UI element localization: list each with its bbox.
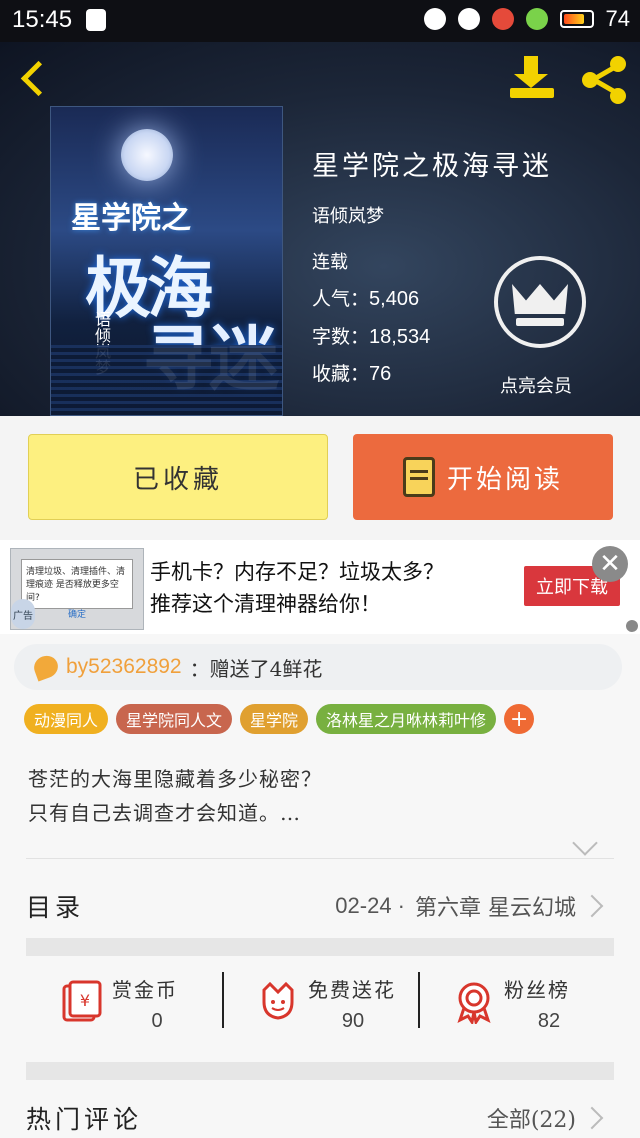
gift-fan-ranking[interactable]: 粉丝榜 82 (418, 960, 614, 1046)
book-title: 星学院之极海寻迷 (312, 151, 552, 182)
red-envelope-icon: ¥ (62, 980, 102, 1022)
crown-icon[interactable] (494, 256, 586, 348)
favorites-value: 76 (369, 363, 392, 385)
favorites-stat: 收藏：76 (312, 363, 392, 385)
ad-banner[interactable]: 清理垃圾、清理插件、清理痕迹 是否释放更多空间? 确定 广告 手机卡？内存不足？… (0, 540, 640, 634)
section-gap (26, 938, 614, 956)
share-icon[interactable] (580, 56, 630, 106)
book-status: 连载 (312, 252, 348, 273)
battery-level: 74 (605, 6, 630, 31)
book-cover[interactable]: 星学院之 极海 语倾岚梦 寻迷 (50, 106, 283, 416)
ad-info-icon[interactable] (626, 620, 638, 632)
gift-row: ¥ 赏金币 0 免费送花 90 粉丝榜 82 (26, 960, 614, 1046)
catalog-row[interactable]: 目录 02-24 · 第六章 星云幻城 (26, 870, 614, 942)
medal-icon (457, 982, 491, 1024)
status-bar: 15:45 74 (0, 0, 640, 42)
hot-comments-row[interactable]: 热门评论 全部(22) (26, 1098, 614, 1138)
signal-icon (491, 8, 514, 30)
book-details: by52362892 ：赠送了4鲜花 动漫同人 星学院同人文 星学院 洛林星之月咻林莉… (0, 634, 640, 1138)
flower-user[interactable]: by52362892 (66, 655, 182, 679)
ad-text: 手机卡？内存不足？垃圾太多？ 推荐这个清理神器给你！ (150, 560, 444, 616)
all-comments-link[interactable]: 全部(22) (487, 1102, 576, 1134)
cover-title-1: 星学院之 (71, 201, 191, 236)
chevron-down-icon[interactable] (572, 830, 598, 856)
tag-chip[interactable]: 洛林星之月咻林莉叶修 (316, 704, 497, 734)
qq-notification-icon (86, 9, 106, 31)
add-tag-icon[interactable]: + (504, 704, 535, 734)
word-count-value: 18,534 (369, 326, 431, 348)
flower-notice: by52362892 ：赠送了4鲜花 (14, 644, 622, 690)
ad-image: 清理垃圾、清理插件、清理痕迹 是否释放更多空间? 确定 广告 (10, 548, 144, 630)
flower-notice-icon (30, 652, 62, 682)
book-author[interactable]: 语倾岚梦 (312, 202, 384, 228)
book-header: 星学院之 极海 语倾岚梦 寻迷 星学院之极海寻迷 语倾岚梦 连载 人气：5,40… (0, 42, 640, 416)
gift-flowers[interactable]: 免费送花 90 (222, 960, 418, 1046)
flower-message: ：赠送了4鲜花 (189, 656, 323, 681)
popularity-value: 5,406 (369, 288, 420, 310)
status-icons: 74 (423, 6, 630, 32)
alarm-icon (457, 8, 480, 30)
hot-comments-label: 热门评论 (26, 1105, 143, 1134)
book-icon (402, 457, 435, 497)
leaf-icon (525, 8, 548, 30)
tag-chip[interactable]: 动漫同人 (24, 704, 109, 734)
action-bar: 已收藏 开始阅读 (0, 416, 640, 540)
tag-chip[interactable]: 星学院 (240, 704, 309, 734)
divider (26, 858, 614, 859)
ad-image-dialog: 清理垃圾、清理插件、清理痕迹 是否释放更多空间? 确定 (21, 559, 133, 620)
sea-image (51, 345, 282, 415)
vip-label[interactable]: 点亮会员 (500, 372, 572, 398)
section-gap (26, 1062, 614, 1080)
tag-list: 动漫同人 星学院同人文 星学院 洛林星之月咻林莉叶修 + (24, 704, 535, 734)
latest-update-date: 02-24 · (335, 893, 405, 918)
latest-chapter: 第六章 星云幻城 (415, 896, 576, 921)
svg-text:¥: ¥ (80, 991, 90, 1010)
gift-coins[interactable]: ¥ 赏金币 0 (26, 960, 222, 1046)
catalog-label: 目录 (26, 893, 85, 922)
word-count-stat: 字数：18,534 (312, 326, 431, 348)
status-time: 15:45 (12, 6, 73, 33)
favorited-button[interactable]: 已收藏 (28, 434, 328, 520)
flower-icon (262, 981, 294, 1020)
close-icon[interactable]: ✕ (592, 546, 628, 582)
chevron-right-icon (580, 1106, 604, 1130)
start-reading-button[interactable]: 开始阅读 (353, 434, 613, 520)
tag-chip[interactable]: 星学院同人文 (116, 704, 233, 734)
sync-icon (423, 8, 446, 30)
battery-icon (559, 10, 594, 28)
book-description[interactable]: 苍茫的大海里隐藏着多少秘密？ 只有自己去调查才会知道。… (28, 762, 322, 830)
download-icon[interactable] (508, 56, 558, 100)
chevron-right-icon (580, 894, 604, 918)
start-reading-label: 开始阅读 (446, 464, 563, 495)
moon-image (121, 129, 173, 181)
ad-tag: 广告 (11, 599, 35, 629)
back-icon[interactable] (16, 60, 52, 100)
popularity-stat: 人气：5,406 (312, 288, 420, 310)
